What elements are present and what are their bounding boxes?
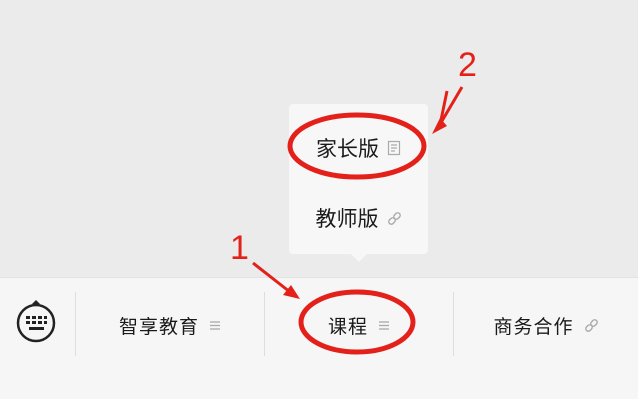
menu-lines-icon xyxy=(378,320,390,331)
submenu-item-teacher[interactable]: 教师版 xyxy=(289,188,428,248)
submenu-item-label: 教师版 xyxy=(315,207,379,231)
annotation-marker-1: 1 xyxy=(230,229,249,267)
submenu-item-label: 家长版 xyxy=(316,137,379,161)
bottom-menu-bar: 智享教育 课程 商务合作 xyxy=(0,277,638,399)
menu-tab-smart-education[interactable]: 智享教育 xyxy=(76,299,264,351)
annotation-marker-2: 2 xyxy=(458,46,477,84)
link-icon xyxy=(387,211,402,226)
submenu-item-parent[interactable]: 家长版 xyxy=(289,118,428,178)
link-icon xyxy=(584,318,599,333)
menu-tab-label: 商务合作 xyxy=(493,315,574,338)
keyboard-icon xyxy=(14,297,58,353)
menu-tab-courses[interactable]: 课程 xyxy=(265,299,453,351)
menu-tab-label: 课程 xyxy=(327,315,368,338)
keyboard-toggle-button[interactable] xyxy=(14,299,58,351)
popup-pointer xyxy=(351,254,367,262)
document-icon xyxy=(387,140,401,156)
menu-lines-icon xyxy=(209,320,221,331)
submenu-popup: 家长版 教师版 xyxy=(289,104,428,254)
menu-tab-label: 智享教育 xyxy=(118,315,199,338)
menu-tab-business[interactable]: 商务合作 xyxy=(454,299,638,351)
annotation-arrow xyxy=(438,90,449,126)
